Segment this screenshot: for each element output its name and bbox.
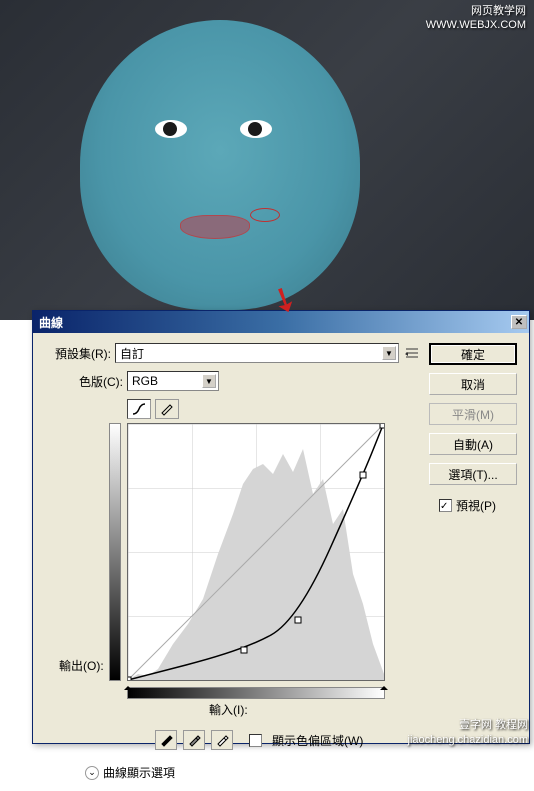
eyedropper-icon — [215, 733, 229, 747]
gray-point-eyedropper[interactable] — [183, 730, 205, 750]
watermark-bottom: 壹字网 教程网 jiaocheng.chazidian.com — [408, 718, 528, 747]
channel-value: RGB — [132, 374, 158, 388]
channel-label: 色版(C): — [45, 373, 127, 390]
curve-canvas[interactable] — [127, 423, 385, 681]
cancel-button[interactable]: 取消 — [429, 373, 517, 395]
curves-dialog: 曲線 ✕ 預設集(R): 自訂 ▼ 色版(C): RGB ▼ — [32, 310, 530, 744]
watermark-top: 网页教学网 WWW.WEBJX.COM — [426, 4, 526, 33]
curve-tool-button[interactable] — [127, 399, 151, 419]
lips-selection — [180, 215, 250, 239]
show-clipping-label: 顯示色偏區域(W) — [272, 732, 363, 749]
show-clipping-checkbox[interactable] — [249, 734, 262, 747]
curve-svg — [128, 424, 384, 680]
watermark-top-line2: WWW.WEBJX.COM — [426, 18, 526, 32]
disclosure-icon: ⌄ — [85, 766, 99, 780]
titlebar[interactable]: 曲線 ✕ — [33, 311, 529, 333]
curve-area: 輸出(O): 輸入(I): — [127, 423, 419, 718]
preview-checkbox[interactable] — [439, 499, 452, 512]
channel-combo[interactable]: RGB ▼ — [127, 371, 219, 391]
curve-display-options[interactable]: ⌄ 曲線顯示選項 — [85, 764, 419, 781]
preview-label: 預視(P) — [456, 497, 496, 514]
watermark-bottom-line1: 壹字网 教程网 — [408, 718, 528, 732]
curve-icon — [131, 402, 147, 416]
eyedropper-icon — [187, 733, 201, 747]
output-label: 輸出(O): — [59, 657, 104, 674]
disclosure-label: 曲線顯示選項 — [103, 764, 175, 781]
dialog-title: 曲線 — [39, 314, 63, 331]
preset-value: 自訂 — [120, 345, 144, 362]
pencil-tool-button[interactable] — [155, 399, 179, 419]
close-button[interactable]: ✕ — [511, 315, 527, 329]
editor-canvas: 网页教学网 WWW.WEBJX.COM — [0, 0, 534, 320]
horizontal-gradient — [127, 687, 385, 699]
pencil-icon — [159, 402, 175, 416]
options-button[interactable]: 選項(T)... — [429, 463, 517, 485]
input-label: 輸入(I): — [209, 701, 419, 718]
chevron-down-icon: ▼ — [382, 346, 396, 360]
vertical-gradient — [109, 423, 121, 681]
face-region — [80, 20, 360, 310]
menu-icon — [405, 347, 419, 359]
eye-right — [240, 120, 272, 138]
preset-menu-button[interactable] — [405, 346, 419, 360]
preset-label: 預設集(R): — [45, 345, 115, 362]
smooth-button: 平滑(M) — [429, 403, 517, 425]
watermark-bottom-line2: jiaocheng.chazidian.com — [408, 733, 528, 747]
watermark-top-line1: 网页教学网 — [426, 4, 526, 18]
eye-left — [155, 120, 187, 138]
black-point-eyedropper[interactable] — [155, 730, 177, 750]
white-point-eyedropper[interactable] — [211, 730, 233, 750]
close-icon: ✕ — [515, 317, 523, 328]
ok-button[interactable]: 確定 — [429, 343, 517, 365]
lips-marker — [250, 208, 280, 222]
chevron-down-icon: ▼ — [202, 374, 216, 388]
auto-button[interactable]: 自動(A) — [429, 433, 517, 455]
preset-combo[interactable]: 自訂 ▼ — [115, 343, 399, 363]
eyedropper-icon — [159, 733, 173, 747]
